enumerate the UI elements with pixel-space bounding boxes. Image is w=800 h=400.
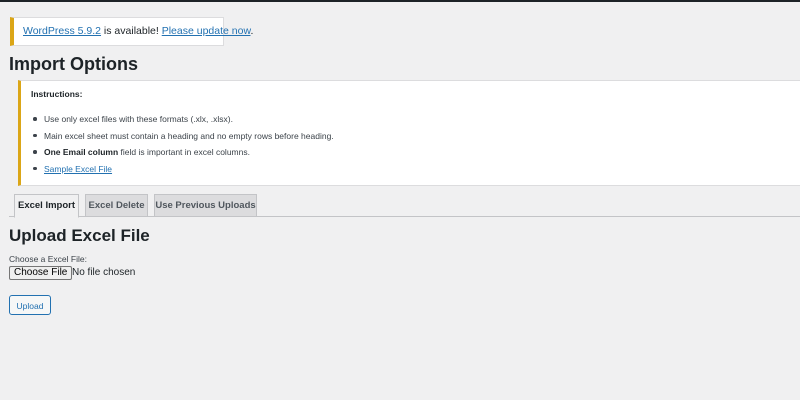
sample-excel-file-link[interactable]: Sample Excel File (44, 164, 112, 174)
file-field-label: Choose a Excel File: (9, 254, 87, 264)
list-item: Sample Excel File (31, 161, 334, 178)
bullet-icon (33, 117, 37, 121)
page-title: Import Options (9, 54, 138, 74)
bullet-icon (33, 166, 37, 170)
instruction-heading-rule: Main excel sheet must contain a heading … (44, 130, 334, 141)
update-now-link[interactable]: Please update now (162, 25, 251, 37)
instructions-box: Instructions: Use only excel files with … (18, 80, 800, 186)
instructions-list: Use only excel files with these formats … (31, 111, 334, 177)
bullet-icon (33, 133, 37, 137)
instruction-email-rest: field is important in excel columns. (118, 147, 250, 157)
list-item: Use only excel files with these formats … (31, 111, 334, 128)
tab-use-previous-uploads[interactable]: Use Previous Uploads (154, 194, 257, 217)
update-notice: WordPress 5.9.2 is available! Please upd… (10, 17, 253, 46)
update-notice-text: is available! (101, 25, 162, 37)
upload-button[interactable]: Upload (9, 295, 51, 315)
choose-file-button[interactable]: Choose File (9, 266, 73, 280)
no-file-chosen-text: No file chosen (72, 267, 136, 278)
instruction-formats: Use only excel files with these formats … (44, 114, 233, 124)
upload-section-title: Upload Excel File (9, 226, 150, 245)
bullet-icon (33, 150, 37, 154)
wordpress-version-link[interactable]: WordPress 5.9.2 (23, 25, 101, 37)
tab-excel-delete[interactable]: Excel Delete (85, 194, 148, 217)
instruction-email-bold: One Email column (44, 147, 119, 157)
list-item: Main excel sheet must contain a heading … (31, 128, 334, 145)
instructions-heading: Instructions: (31, 89, 83, 99)
update-notice-end: . (250, 25, 254, 37)
tab-excel-import[interactable]: Excel Import (14, 194, 79, 218)
admin-top-bar (0, 0, 800, 2)
list-item: One Email column field is important in e… (31, 144, 334, 161)
